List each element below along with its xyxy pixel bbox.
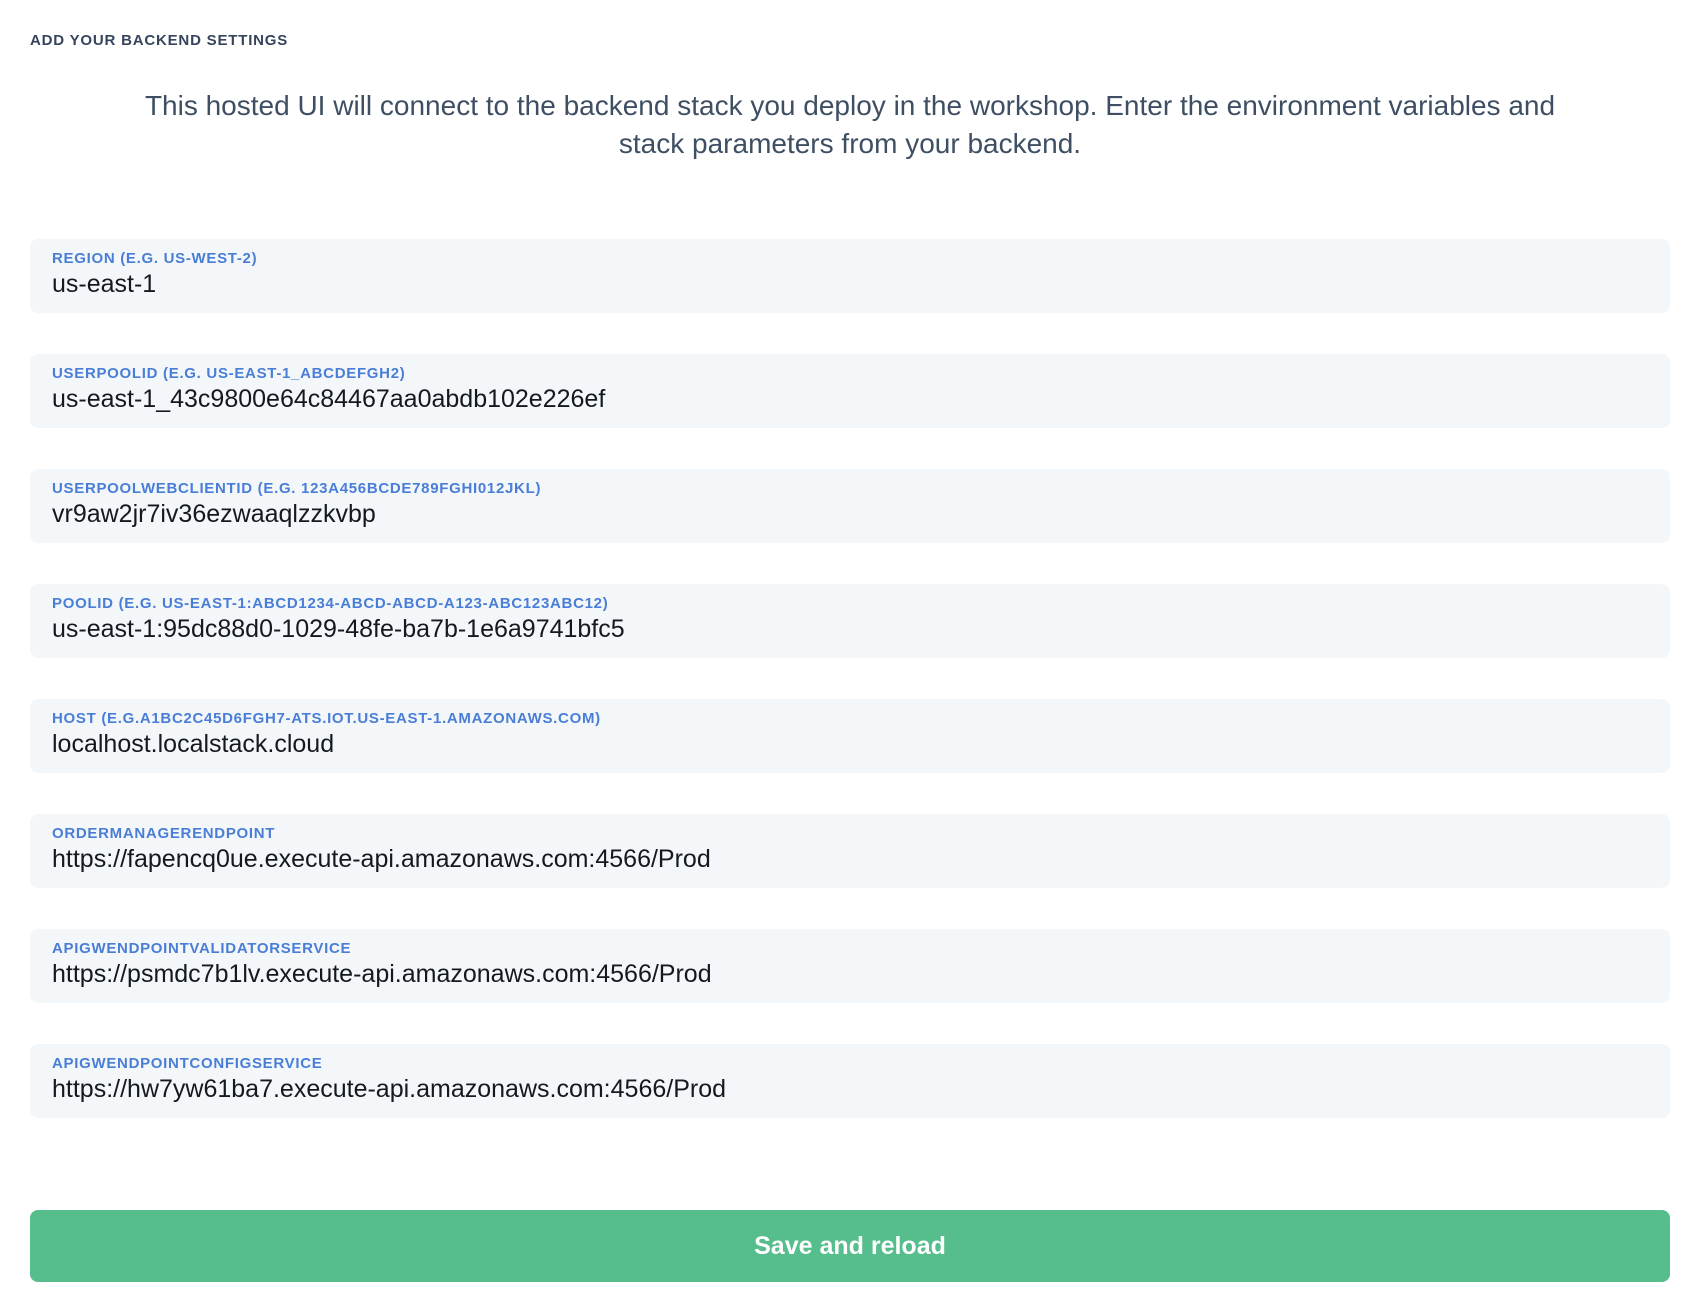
field-apigwendpointvalidatorservice-label: APIGWENDPOINTVALIDATORSERVICE [52, 940, 1648, 957]
field-ordermanagerendpoint-label: ORDERMANAGERENDPOINT [52, 825, 1648, 842]
save-and-reload-button[interactable]: Save and reload [30, 1210, 1670, 1282]
field-userpoolid[interactable]: USERPOOLID (E.G. US-EAST-1_ABCDEFGH2) [30, 354, 1670, 428]
intro-text: This hosted UI will connect to the backe… [110, 87, 1590, 163]
field-poolid[interactable]: POOLID (E.G. US-EAST-1:ABCD1234-ABCD-ABC… [30, 584, 1670, 658]
settings-form: REGION (E.G. US-WEST-2) USERPOOLID (E.G.… [30, 239, 1670, 1118]
field-poolid-input[interactable] [52, 615, 1648, 644]
field-ordermanagerendpoint[interactable]: ORDERMANAGERENDPOINT [30, 814, 1670, 888]
field-host-label: HOST (E.G.A1BC2C45D6FGH7-ATS.IOT.US-EAST… [52, 710, 1648, 727]
field-ordermanagerendpoint-input[interactable] [52, 845, 1648, 874]
field-region-label: REGION (E.G. US-WEST-2) [52, 250, 1648, 267]
field-userpoolwebclientid-label: USERPOOLWEBCLIENTID (E.G. 123A456BCDE789… [52, 480, 1648, 497]
field-apigwendpointconfigservice[interactable]: APIGWENDPOINTCONFIGSERVICE [30, 1044, 1670, 1118]
field-region-input[interactable] [52, 270, 1648, 299]
page-title: ADD YOUR BACKEND SETTINGS [30, 32, 1670, 49]
field-host[interactable]: HOST (E.G.A1BC2C45D6FGH7-ATS.IOT.US-EAST… [30, 699, 1670, 773]
field-poolid-label: POOLID (E.G. US-EAST-1:ABCD1234-ABCD-ABC… [52, 595, 1648, 612]
field-apigwendpointconfigservice-input[interactable] [52, 1075, 1648, 1104]
field-userpoolwebclientid-input[interactable] [52, 500, 1648, 529]
field-userpoolid-input[interactable] [52, 385, 1648, 414]
field-apigwendpointvalidatorservice-input[interactable] [52, 960, 1648, 989]
field-host-input[interactable] [52, 730, 1648, 759]
field-apigwendpointvalidatorservice[interactable]: APIGWENDPOINTVALIDATORSERVICE [30, 929, 1670, 1003]
field-userpoolwebclientid[interactable]: USERPOOLWEBCLIENTID (E.G. 123A456BCDE789… [30, 469, 1670, 543]
field-userpoolid-label: USERPOOLID (E.G. US-EAST-1_ABCDEFGH2) [52, 365, 1648, 382]
field-apigwendpointconfigservice-label: APIGWENDPOINTCONFIGSERVICE [52, 1055, 1648, 1072]
field-region[interactable]: REGION (E.G. US-WEST-2) [30, 239, 1670, 313]
backend-settings-page: ADD YOUR BACKEND SETTINGS This hosted UI… [0, 0, 1698, 1310]
